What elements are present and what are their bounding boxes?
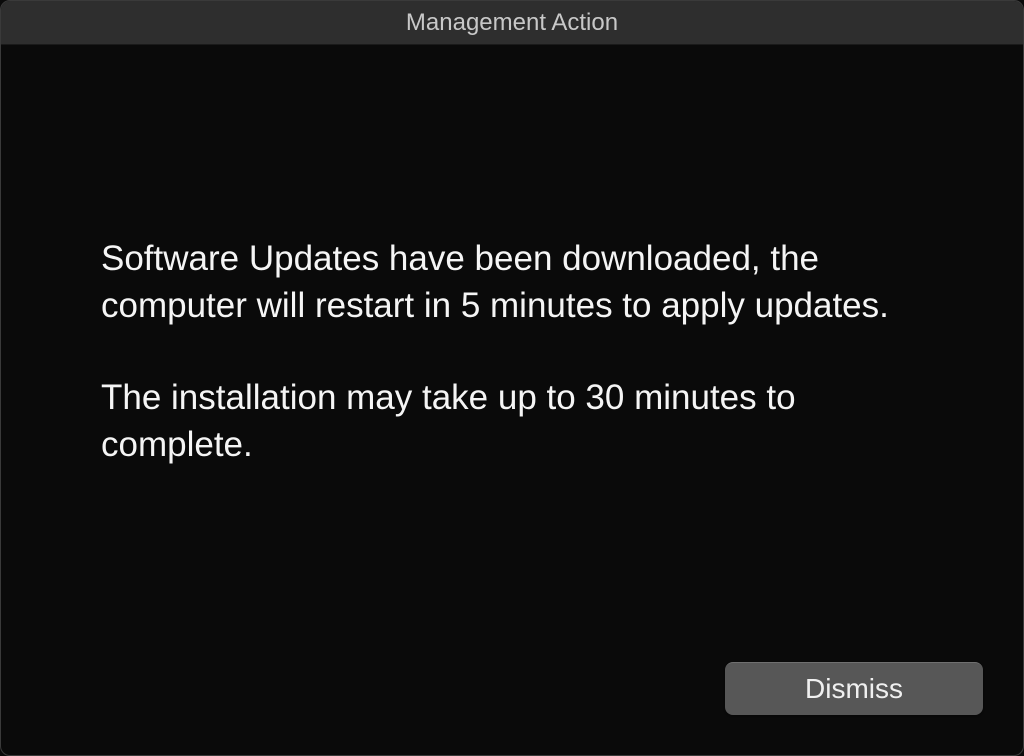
dialog-message: Software Updates have been downloaded, t… [101,235,923,512]
window-title: Management Action [406,9,618,37]
message-paragraph-1: Software Updates have been downloaded, t… [101,235,923,330]
dialog-content: Software Updates have been downloaded, t… [1,45,1023,662]
message-paragraph-2: The installation may take up to 30 minut… [101,374,923,469]
dialog-window: Management Action Software Updates have … [0,0,1024,756]
dismiss-button[interactable]: Dismiss [725,662,983,715]
dialog-footer: Dismiss [1,662,1023,755]
titlebar: Management Action [1,1,1023,45]
